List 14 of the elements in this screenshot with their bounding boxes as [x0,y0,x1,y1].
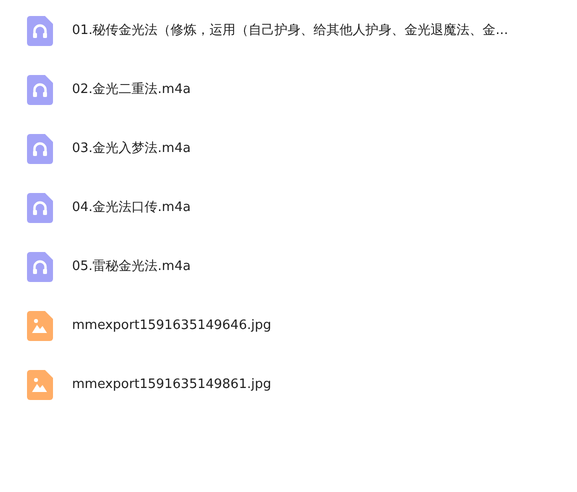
image-file-icon [27,370,53,400]
audio-file-icon [27,75,53,105]
file-name[interactable]: 04.金光法口传.m4a [72,193,191,223]
file-name[interactable]: 05.雷秘金光法.m4a [72,252,191,282]
file-name[interactable]: mmexport1591635149861.jpg [72,370,272,400]
audio-file-icon [27,252,53,282]
audio-file-icon [27,193,53,223]
file-name[interactable]: 02.金光二重法.m4a [72,75,191,105]
image-file-icon [27,311,53,341]
audio-file-icon [27,134,53,164]
file-name[interactable]: 01.秘传金光法（修炼，运用（自己护身、给其他人护身、金光退魔法、金... [72,16,508,46]
audio-file-icon [27,16,53,46]
file-name[interactable]: mmexport1591635149646.jpg [72,311,272,341]
file-name[interactable]: 03.金光入梦法.m4a [72,134,191,164]
